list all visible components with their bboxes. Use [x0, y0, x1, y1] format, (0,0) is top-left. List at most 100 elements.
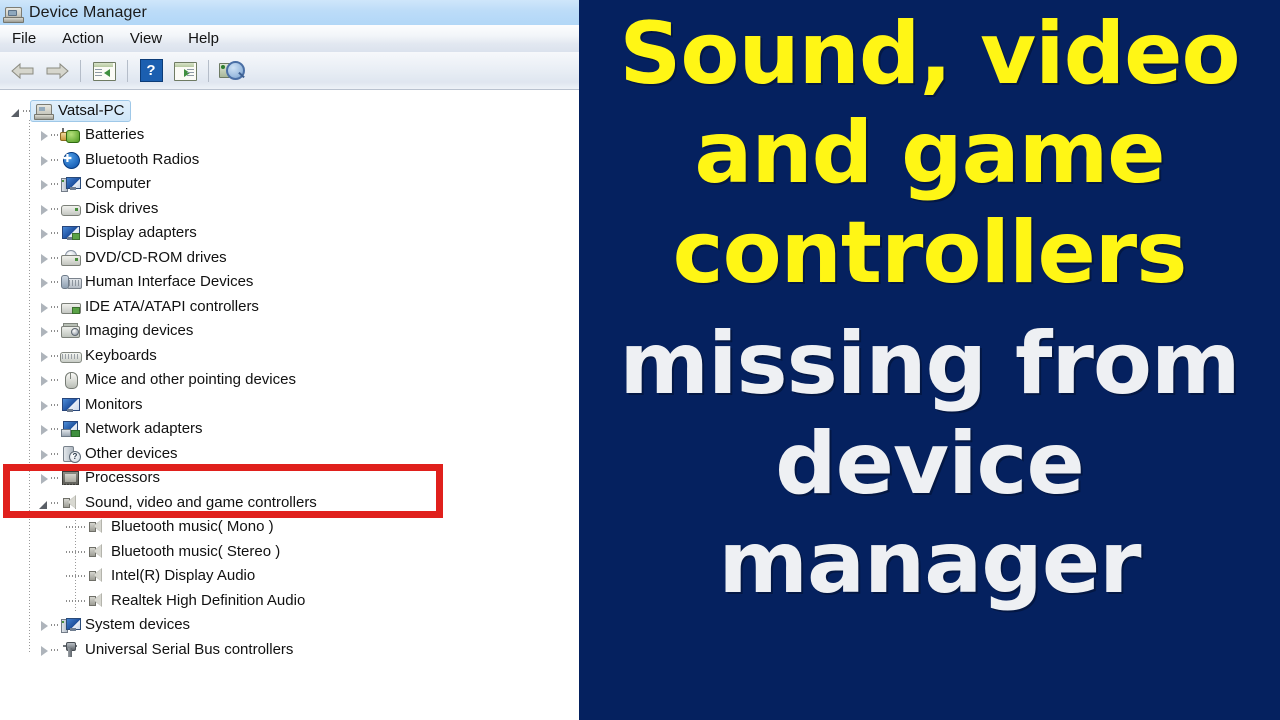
- forward-arrow-icon: [46, 62, 69, 79]
- tree-connector-dots: [66, 600, 86, 602]
- expand-collapse-twisty[interactable]: [38, 619, 51, 632]
- expand-collapse-twisty[interactable]: [38, 374, 51, 387]
- expand-collapse-twisty[interactable]: [38, 252, 51, 265]
- tree-row-realtek-high-definition-audio[interactable]: Realtek High Definition Audio: [66, 589, 305, 613]
- tree-root-selection[interactable]: Vatsal-PC: [30, 100, 132, 122]
- tree-row-display-adapters[interactable]: Display adapters: [38, 221, 197, 245]
- speaker-icon: [86, 567, 106, 585]
- highlight-annotation-box: [3, 464, 443, 518]
- scan-hardware-changes-button[interactable]: [215, 56, 249, 86]
- speaker-icon: [86, 543, 106, 561]
- help-icon: ?: [139, 59, 163, 82]
- tree-row-bluetooth-music-mono[interactable]: Bluetooth music( Mono ): [66, 515, 274, 539]
- tree-row-root[interactable]: Vatsal-PC: [10, 99, 132, 123]
- tree-connector-dots: [51, 232, 60, 234]
- tree-row-network-adapters[interactable]: Network adapters: [38, 417, 203, 441]
- tree-row-computer[interactable]: Computer: [38, 172, 151, 196]
- speaker-icon: [86, 592, 106, 610]
- back-button[interactable]: [6, 56, 40, 86]
- tree-item-label: Bluetooth Radios: [85, 151, 200, 168]
- expand-collapse-twisty[interactable]: [38, 448, 51, 461]
- tree-row-bluetooth-music-stereo[interactable]: Bluetooth music( Stereo ): [66, 540, 280, 564]
- properties-button[interactable]: [168, 56, 202, 86]
- tree-connector-dots: [51, 208, 60, 210]
- expand-collapse-twisty[interactable]: [38, 227, 51, 240]
- menu-file[interactable]: File: [0, 25, 49, 52]
- tree-item-label: Batteries: [85, 126, 145, 143]
- expand-collapse-twisty[interactable]: [10, 105, 23, 118]
- expand-collapse-twisty[interactable]: [38, 203, 51, 216]
- system-device-icon: [60, 616, 81, 634]
- tree-connector-dots: [51, 159, 60, 161]
- device-manager-icon: [3, 4, 24, 23]
- expand-collapse-twisty[interactable]: [38, 644, 51, 657]
- tree-root-label: Vatsal-PC: [58, 102, 125, 119]
- bluetooth-icon: ✚: [60, 151, 80, 169]
- tree-connector-dots: [51, 404, 60, 406]
- show-console-tree-button[interactable]: [87, 56, 121, 86]
- expand-collapse-twisty[interactable]: [38, 276, 51, 289]
- tree-item-label: Display adapters: [85, 224, 197, 241]
- tree-row-system-devices[interactable]: System devices: [38, 613, 190, 637]
- tree-row-bluetooth-radios[interactable]: ✚ Bluetooth Radios: [38, 148, 199, 172]
- tree-item-label: Other devices: [85, 445, 178, 462]
- tree-item-label: Human Interface Devices: [85, 273, 254, 290]
- tree-row-other-devices[interactable]: ? Other devices: [38, 442, 178, 466]
- tree-row-monitors[interactable]: Monitors: [38, 393, 143, 417]
- back-arrow-icon: [11, 62, 34, 79]
- dvd-drive-icon: [60, 249, 81, 267]
- expand-collapse-twisty[interactable]: [38, 178, 51, 191]
- tool-bar: ?: [0, 52, 579, 90]
- tree-row-ide-ata-atapi-controllers[interactable]: IDE ATA/ATAPI controllers: [38, 295, 259, 319]
- tree-connector-dots: [51, 281, 60, 283]
- expand-collapse-twisty[interactable]: [38, 399, 51, 412]
- tree-item-label: Intel(R) Display Audio: [111, 567, 256, 584]
- other-devices-icon: ?: [60, 445, 81, 463]
- menu-bar: File Action View Help: [0, 25, 579, 53]
- device-manager-window: Device Manager File Action View Help ? V…: [0, 0, 579, 720]
- tree-item-label: Network adapters: [85, 420, 203, 437]
- disk-drive-icon: [60, 200, 81, 218]
- tree-item-label: Mice and other pointing devices: [85, 371, 296, 388]
- mouse-icon: [60, 371, 80, 389]
- speaker-icon: [86, 518, 106, 536]
- tree-row-intel-display-audio[interactable]: Intel(R) Display Audio: [66, 564, 255, 588]
- card-line-6: manager: [718, 513, 1141, 614]
- expand-collapse-twisty[interactable]: [38, 423, 51, 436]
- tree-row-human-interface-devices[interactable]: Human Interface Devices: [38, 270, 253, 294]
- tree-item-label: Imaging devices: [85, 322, 194, 339]
- expand-collapse-twisty[interactable]: [38, 350, 51, 363]
- expand-collapse-twisty[interactable]: [38, 154, 51, 167]
- tree-connector-dots: [51, 624, 60, 626]
- title-card-panel: Sound, video and game controllers missin…: [579, 0, 1280, 720]
- tree-row-universal-serial-bus-controllers[interactable]: Universal Serial Bus controllers: [38, 638, 293, 662]
- tree-row-batteries[interactable]: Batteries: [38, 123, 144, 147]
- tree-connector-dots: [66, 551, 86, 553]
- menu-action[interactable]: Action: [49, 25, 117, 52]
- tree-row-imaging-devices[interactable]: Imaging devices: [38, 319, 193, 343]
- tree-row-mice-and-other-pointing-devices[interactable]: Mice and other pointing devices: [38, 368, 296, 392]
- tree-connector-dots: [66, 526, 86, 528]
- tree-connector-dots: [51, 379, 60, 381]
- tree-item-label: Realtek High Definition Audio: [111, 592, 306, 609]
- tree-item-label: Monitors: [85, 396, 143, 413]
- ide-controller-icon: [60, 298, 81, 316]
- expand-collapse-twisty[interactable]: [38, 325, 51, 338]
- tree-connector-dots: [51, 134, 60, 136]
- tree-item-label: Bluetooth music( Stereo ): [111, 543, 281, 560]
- battery-icon: [60, 126, 80, 144]
- forward-button[interactable]: [40, 56, 74, 86]
- device-tree[interactable]: Vatsal-PC Batteries ✚ Bluetooth Radios C…: [0, 90, 579, 720]
- menu-view[interactable]: View: [117, 25, 175, 52]
- expand-collapse-twisty[interactable]: [38, 301, 51, 314]
- tree-row-keyboards[interactable]: Keyboards: [38, 344, 157, 368]
- menu-help[interactable]: Help: [175, 25, 232, 52]
- expand-collapse-twisty[interactable]: [38, 129, 51, 142]
- properties-icon: [173, 61, 197, 81]
- tree-row-disk-drives[interactable]: Disk drives: [38, 197, 158, 221]
- computer-icon: [33, 102, 54, 120]
- tree-row-dvd-cdrom-drives[interactable]: DVD/CD-ROM drives: [38, 246, 227, 270]
- window-title-bar: Device Manager: [0, 0, 579, 26]
- help-button[interactable]: ?: [134, 56, 168, 86]
- toolbar-separator: [127, 59, 128, 82]
